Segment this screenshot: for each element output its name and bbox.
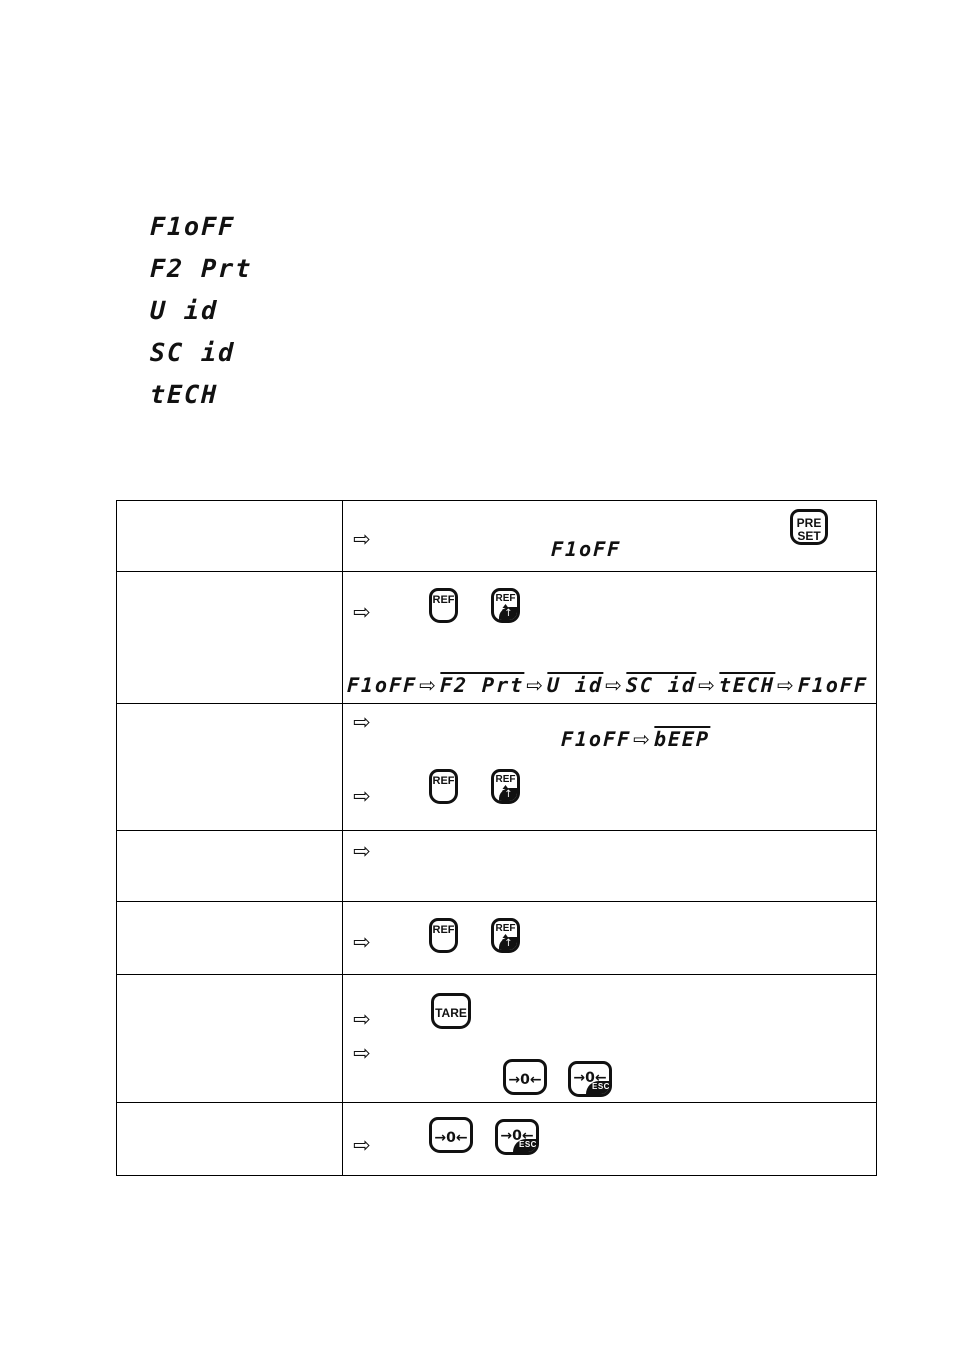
display-code-row: F2 Prt (149, 247, 253, 289)
ref-key-label: REF (432, 924, 455, 936)
ref-key[interactable]: REF (429, 918, 458, 953)
row-action-cell: ⇨ →0← →0← ESC (342, 1102, 877, 1176)
row-description-cell (116, 901, 343, 975)
zero-key[interactable]: →0← (429, 1117, 473, 1153)
seq-sep-icon: ⇨ (632, 727, 653, 751)
table-row: ⇨ REF REF (116, 571, 877, 704)
esc-label: ESC (592, 1082, 610, 1091)
row-action-cell: ⇨ PRE SET F1oFF (342, 500, 877, 572)
zero-esc-key[interactable]: →0← ESC (568, 1061, 612, 1097)
ref-piece-key[interactable]: REF ↑ (491, 588, 520, 623)
step-arrow-icon: ⇨ (353, 784, 371, 808)
ref-key-label: REF (432, 775, 455, 787)
ref-piece-key-label: REF (495, 774, 516, 785)
row-action-cell: ⇨ REF REF (342, 571, 877, 704)
ref-piece-key-label: REF (495, 593, 516, 604)
row-description-cell (116, 1102, 343, 1176)
step-arrow-icon: ⇨ (353, 1041, 371, 1065)
seq-sep-icon: ⇨ (525, 673, 546, 697)
display-code-f1off: F1oFF (149, 211, 236, 241)
ref-piece-key[interactable]: REF ↑ (491, 769, 520, 804)
seq-sep-icon: ⇨ (697, 673, 718, 697)
table-row: ⇨ REF REF (116, 901, 877, 975)
up-arrow-icon: ↑ (504, 938, 513, 949)
seq-item-2: U id (546, 672, 604, 697)
seq-item-3: SC id (625, 672, 697, 697)
preset-key-label-line1: PRE (796, 516, 822, 530)
step-arrow-icon: ⇨ (353, 1007, 371, 1031)
step-arrow-icon: ⇨ (353, 1133, 371, 1157)
ref-piece-key-label: REF (495, 923, 516, 934)
zero-esc-key[interactable]: →0← ESC (495, 1119, 539, 1155)
display-code-row: F1oFF (149, 205, 252, 247)
zero-key-label: →0← (508, 1072, 542, 1088)
row-description-cell (116, 703, 343, 831)
seq-sep-icon: ⇨ (418, 673, 439, 697)
row-action-cell: ⇨ ⇨ TARE →0← →0← ESC (342, 974, 877, 1103)
procedure-table: ⇨ PRE SET F1oFF ⇨ REF REF ↑ F1oFF⇨F2 Prt… (116, 500, 877, 1176)
row-description-cell (116, 571, 343, 704)
display-code-f2prt: F2 Prt (149, 253, 253, 283)
seq-item-4: tECH (718, 672, 776, 697)
lcd-f1off: F1oFF (550, 537, 622, 561)
table-row: ⇨ ⇨ TARE →0← →0← ESC (116, 974, 877, 1103)
table-row: ⇨ ⇨ F1oFF⇨bEEP REF REF ↑ (116, 703, 877, 831)
seq-sep-icon: ⇨ (776, 673, 797, 697)
beep-sequence: F1oFF⇨bEEP (560, 726, 711, 751)
up-arrow-corner: ↑ (499, 937, 517, 950)
ref-key[interactable]: REF (429, 769, 458, 804)
preset-key[interactable]: PRE SET (790, 509, 828, 545)
display-code-list: F1oFF F2 Prt U id SC id tECH (149, 205, 253, 415)
up-arrow-corner: ↑ (499, 788, 517, 801)
row-description-cell (116, 500, 343, 572)
step-arrow-icon: ⇨ (353, 600, 371, 624)
row-description-cell (116, 974, 343, 1103)
zero-key-label: →0← (434, 1130, 468, 1146)
row-description-cell (116, 830, 343, 902)
up-arrow-corner: ↑ (499, 607, 517, 620)
display-code-row: SC id (149, 331, 252, 373)
step-arrow-icon: ⇨ (353, 839, 371, 863)
esc-label: ESC (519, 1140, 537, 1149)
display-code-uid: U id (149, 295, 219, 325)
display-code-scid: SC id (149, 337, 236, 367)
row-action-cell: ⇨ (342, 830, 877, 902)
seq-sep-icon: ⇨ (604, 673, 625, 697)
seq-item-5: F1oFF (797, 673, 869, 697)
seq-item-1: F2 Prt (439, 672, 525, 697)
beep-seq-item-1: bEEP (653, 726, 711, 751)
up-arrow-icon: ↑ (504, 608, 513, 619)
zero-key[interactable]: →0← (503, 1059, 547, 1095)
row-action-cell: ⇨ ⇨ F1oFF⇨bEEP REF REF ↑ (342, 703, 877, 831)
esc-corner: ESC (586, 1081, 610, 1094)
ref-key[interactable]: REF (429, 588, 458, 623)
display-code-tech: tECH (149, 379, 219, 409)
esc-corner: ESC (513, 1139, 537, 1152)
ref-key-label: REF (432, 594, 455, 606)
table-row: ⇨ →0← →0← ESC (116, 1102, 877, 1176)
seq-item-0: F1oFF (346, 673, 418, 697)
beep-seq-item-0: F1oFF (560, 727, 632, 751)
display-code-row: U id (149, 289, 252, 331)
tare-key-label: TARE (435, 1006, 467, 1020)
step-arrow-icon: ⇨ (353, 527, 371, 551)
step-arrow-icon: ⇨ (353, 710, 371, 734)
menu-sequence: F1oFF⇨F2 Prt⇨U id⇨SC id⇨tECH⇨F1oFF (346, 672, 869, 697)
ref-piece-key[interactable]: REF ↑ (491, 918, 520, 953)
table-row: ⇨ PRE SET F1oFF (116, 500, 877, 572)
row-action-cell: ⇨ REF REF (342, 901, 877, 975)
display-code-row: tECH (149, 373, 252, 415)
table-row: ⇨ (116, 830, 877, 902)
preset-key-label-line2: SET (797, 529, 821, 543)
step-arrow-icon: ⇨ (353, 930, 371, 954)
tare-key[interactable]: TARE (431, 993, 471, 1029)
up-arrow-icon: ↑ (504, 789, 513, 800)
